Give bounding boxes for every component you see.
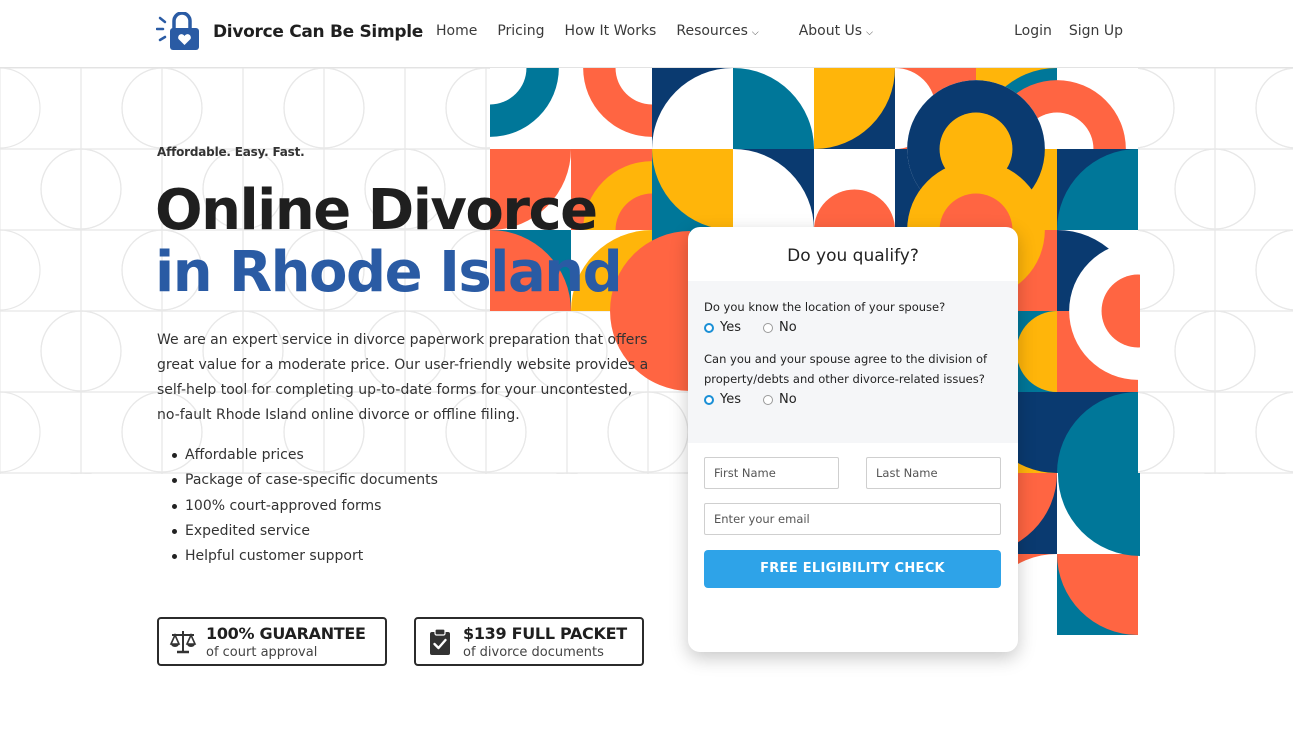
hero-tagline: Affordable. Easy. Fast.	[157, 145, 305, 159]
hero-title-line1: Online Divorce	[155, 178, 598, 243]
nav-home[interactable]: Home	[436, 23, 477, 39]
radio-empty-icon	[763, 322, 773, 333]
badge-subtitle: of divorce documents	[463, 645, 604, 660]
radio-label: Yes	[720, 320, 741, 335]
auth-links: Login Sign Up	[997, 23, 1123, 39]
badge-title: 100% GUARANTEE	[206, 624, 366, 643]
radio-group-q2: Yes No	[704, 392, 1002, 407]
brand-name: Divorce Can Be Simple	[213, 22, 423, 42]
list-item: 100% court-approved forms	[172, 495, 438, 520]
last-name-input[interactable]: Last Name	[866, 457, 1001, 489]
scales-icon	[169, 631, 197, 654]
radio-group-q1: Yes No	[704, 320, 1002, 335]
clipboard-check-icon	[430, 628, 450, 655]
radio-empty-icon	[763, 394, 773, 405]
radio-label: No	[779, 320, 797, 335]
qualify-form: Do you qualify? Do you know the location…	[688, 227, 1018, 652]
list-item: Package of case-specific documents	[172, 469, 438, 494]
radio-no[interactable]: No	[763, 320, 797, 335]
radio-label: No	[779, 392, 797, 407]
list-item: Expedited service	[172, 520, 438, 545]
radio-yes[interactable]: Yes	[704, 392, 741, 407]
radio-yes[interactable]: Yes	[704, 320, 741, 335]
packet-badge: $139 FULL PACKET of divorce documents	[414, 617, 644, 666]
guarantee-badge: 100% GUARANTEE of court approval	[157, 617, 387, 666]
login-link[interactable]: Login	[1014, 23, 1052, 39]
nav-resources-label: Resources	[676, 23, 748, 39]
list-item: Helpful customer support	[172, 545, 438, 570]
form-title: Do you qualify?	[787, 246, 919, 266]
feature-list: Affordable prices Package of case-specif…	[172, 444, 438, 570]
hero-title-line2: in Rhode Island	[155, 240, 623, 305]
main-nav: Home Pricing How It Works Resources ⌵ Abo…	[436, 23, 913, 39]
chevron-down-icon: ⌵	[866, 28, 873, 38]
nav-about-us-label: About Us	[798, 23, 863, 39]
first-name-input[interactable]: First Name	[704, 457, 839, 489]
badge-title: $139 FULL PACKET	[463, 624, 627, 643]
signup-link[interactable]: Sign Up	[1069, 23, 1123, 39]
eligibility-check-button[interactable]: FREE ELIGIBILITY CHECK	[704, 550, 1001, 588]
nav-pricing[interactable]: Pricing	[497, 23, 544, 39]
badge-subtitle: of court approval	[206, 645, 318, 660]
radio-label: Yes	[720, 392, 741, 407]
nav-about-us[interactable]: About Us ⌵	[799, 23, 893, 39]
radio-selected-icon	[704, 394, 714, 405]
email-input[interactable]: Enter your email	[704, 503, 1001, 535]
lock-heart-icon	[156, 12, 199, 50]
question-spouse-location: Do you know the location of your spouse?	[704, 300, 946, 314]
question-agreement: Can you and your spouse agree to the div…	[704, 352, 988, 386]
chevron-down-icon: ⌵	[751, 28, 759, 38]
hero-description: We are an expert service in divorce pape…	[157, 332, 649, 423]
nav-how-it-works[interactable]: How It Works	[565, 23, 657, 39]
radio-selected-icon	[704, 322, 714, 333]
radio-no[interactable]: No	[763, 392, 797, 407]
form-questions: Do you know the location of your spouse?…	[688, 281, 1018, 443]
list-item: Affordable prices	[172, 444, 438, 469]
site-header: Divorce Can Be Simple Home Pricing How I…	[0, 0, 1293, 68]
nav-resources[interactable]: Resources ⌵	[676, 23, 778, 39]
brand-logo[interactable]: Divorce Can Be Simple	[156, 12, 423, 52]
